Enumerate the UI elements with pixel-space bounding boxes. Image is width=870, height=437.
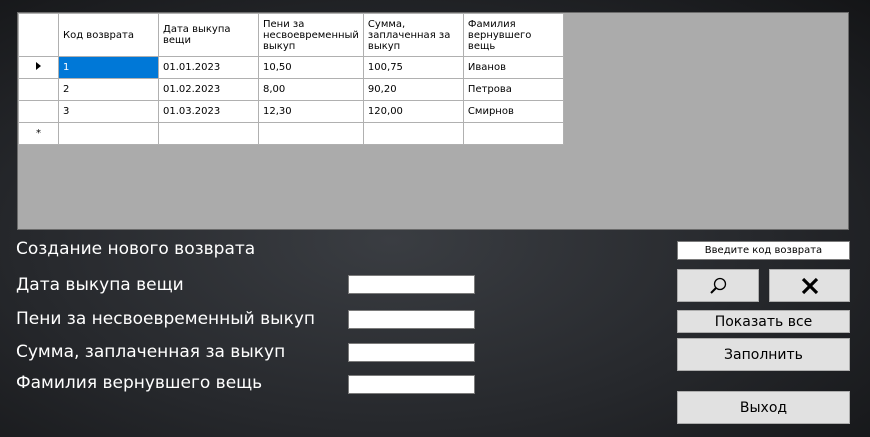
new-row-marker: * <box>36 128 41 139</box>
row-header[interactable] <box>18 78 59 101</box>
table-cell[interactable]: 3 <box>58 100 159 123</box>
exit-button[interactable]: Выход <box>677 391 850 424</box>
table-cell[interactable]: 10,50 <box>258 56 364 79</box>
table-row[interactable]: 3 01.03.2023 12,30 120,00 Смирнов <box>18 100 564 123</box>
current-row-arrow-icon <box>36 62 41 70</box>
table-cell[interactable]: 01.02.2023 <box>158 78 259 101</box>
column-header-penalty[interactable]: Пени за несвоевременный выкуп <box>258 13 364 57</box>
sum-label: Сумма, заплаченная за выкуп <box>16 342 286 362</box>
returns-table[interactable]: Код возврата Дата выкупа вещи Пени за не… <box>18 13 564 145</box>
sum-field[interactable] <box>348 343 475 362</box>
table-cell[interactable]: 2 <box>58 78 159 101</box>
column-header-sum[interactable]: Сумма, заплаченная за выкуп <box>362 13 464 57</box>
table-cell[interactable] <box>258 122 364 145</box>
show-all-button[interactable]: Показать все <box>677 310 850 333</box>
data-grid[interactable]: Код возврата Дата выкупа вещи Пени за не… <box>17 12 849 230</box>
table-cell[interactable]: Петрова <box>462 78 564 101</box>
column-header-surname[interactable]: Фамилия вернувшего вещь <box>462 13 564 57</box>
table-cell[interactable]: 120,00 <box>362 100 464 123</box>
date-label: Дата выкупа вещи <box>16 275 184 295</box>
penalty-label: Пени за несвоевременный выкуп <box>16 309 316 329</box>
table-cell[interactable] <box>58 122 159 145</box>
table-cell[interactable]: 90,20 <box>362 78 464 101</box>
search-button[interactable] <box>677 269 759 302</box>
row-header[interactable] <box>18 100 59 123</box>
search-code-input[interactable] <box>677 241 850 260</box>
grid-corner-cell[interactable] <box>18 13 59 57</box>
date-field[interactable] <box>348 275 475 294</box>
table-cell[interactable]: 8,00 <box>258 78 364 101</box>
table-cell[interactable]: 1 <box>58 56 159 79</box>
fill-button[interactable]: Заполнить <box>677 338 850 371</box>
table-cell[interactable]: 12,30 <box>258 100 364 123</box>
table-row[interactable]: 1 01.01.2023 10,50 100,75 Иванов <box>18 56 564 79</box>
column-header-date[interactable]: Дата выкупа вещи <box>158 13 259 57</box>
table-cell[interactable]: Смирнов <box>462 100 564 123</box>
table-cell[interactable]: 01.01.2023 <box>158 56 259 79</box>
table-cell[interactable] <box>158 122 259 145</box>
column-header-code[interactable]: Код возврата <box>58 13 159 57</box>
new-row[interactable]: * <box>18 122 564 145</box>
header-row: Код возврата Дата выкупа вещи Пени за не… <box>18 13 564 57</box>
close-x-icon <box>801 277 818 294</box>
table-cell[interactable]: 100,75 <box>362 56 464 79</box>
penalty-field[interactable] <box>348 310 475 329</box>
row-header-current[interactable] <box>18 56 59 79</box>
table-cell[interactable] <box>462 122 564 145</box>
clear-search-button[interactable] <box>769 269 850 302</box>
table-cell[interactable]: Иванов <box>462 56 564 79</box>
surname-label: Фамилия вернувшего вещь <box>16 373 263 393</box>
table-cell[interactable] <box>362 122 464 145</box>
new-row-header[interactable]: * <box>18 122 59 145</box>
surname-field[interactable] <box>348 375 475 394</box>
form-title: Создание нового возврата <box>16 239 256 259</box>
table-row[interactable]: 2 01.02.2023 8,00 90,20 Петрова <box>18 78 564 101</box>
magnifier-icon <box>710 277 727 294</box>
table-cell[interactable]: 01.03.2023 <box>158 100 259 123</box>
